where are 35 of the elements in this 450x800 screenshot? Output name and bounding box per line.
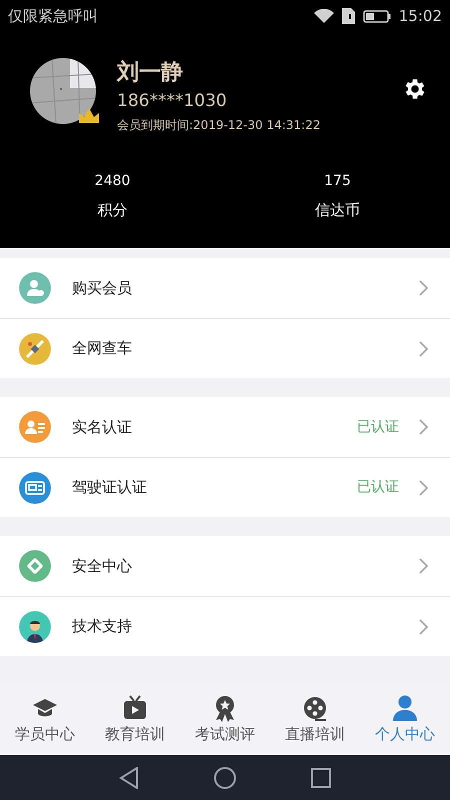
user-phone: 186****1030	[117, 90, 228, 113]
menu-item-icon	[19, 550, 51, 582]
nav-tab[interactable]: 直播培训	[270, 683, 360, 755]
back-icon[interactable]	[119, 766, 139, 788]
status-notice: 仅限紧急呼叫	[8, 6, 98, 27]
chevron-icon	[419, 558, 428, 574]
nav-tab[interactable]: 考试测评	[180, 683, 270, 755]
stat-item[interactable]: 175 信达币	[225, 171, 450, 221]
tab-icon	[301, 694, 329, 722]
wifi-icon	[314, 8, 334, 24]
nav-tab[interactable]: 个人中心	[360, 683, 450, 755]
nav-tab[interactable]: 教育培训	[90, 683, 180, 755]
recent-apps-icon[interactable]	[311, 768, 331, 788]
chevron-icon	[419, 280, 428, 296]
chevron-icon	[419, 618, 428, 634]
battery-icon	[362, 10, 391, 22]
membership-expiry: 会员到期时间:2019-12-30 14:31:22	[117, 117, 322, 134]
nav-tab[interactable]: 学员中心	[0, 683, 90, 755]
status-time: 15:02	[398, 6, 442, 27]
stat-item[interactable]: 2480 积分	[0, 171, 225, 221]
menu-item-icon	[19, 411, 51, 443]
menu-item-icon	[19, 610, 51, 642]
tab-icon	[391, 694, 419, 722]
tab-icon	[121, 694, 149, 722]
verified-status: 已认证	[357, 478, 399, 497]
menu-item-icon	[19, 272, 51, 304]
verified-status: 已认证	[357, 418, 399, 436]
home-icon[interactable]	[214, 766, 236, 788]
chevron-icon	[419, 480, 428, 496]
menu-item-icon	[19, 472, 51, 504]
chevron-icon	[419, 419, 428, 435]
chevron-icon	[419, 340, 428, 356]
sim-card-icon	[342, 8, 355, 24]
menu-item-icon	[19, 332, 51, 364]
user-name: 刘一静	[117, 58, 184, 87]
